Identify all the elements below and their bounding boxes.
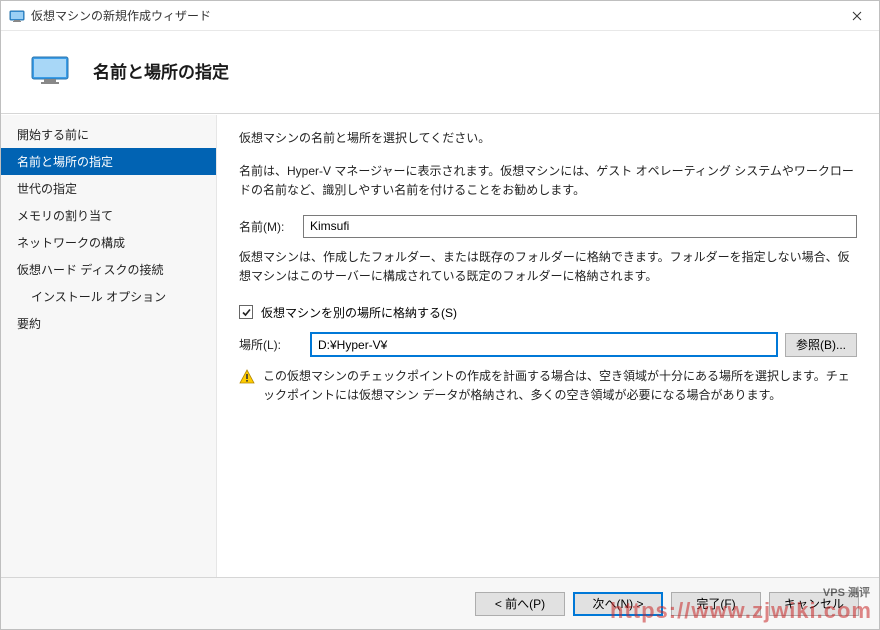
location-input[interactable] xyxy=(311,333,777,356)
vm-name-input[interactable] xyxy=(303,215,857,238)
next-button[interactable]: 次へ(N) > xyxy=(573,592,663,616)
main-panel: 仮想マシンの名前と場所を選択してください。 名前は、Hyper-V マネージャー… xyxy=(216,115,879,577)
sidebar-item-install-options[interactable]: インストール オプション xyxy=(1,283,216,310)
location-label: 場所(L): xyxy=(239,336,303,353)
checkmark-icon xyxy=(241,307,252,318)
warning-text: この仮想マシンのチェックポイントの作成を計画する場合は、空き領域が十分にある場所… xyxy=(263,367,857,404)
sidebar-item-network[interactable]: ネットワークの構成 xyxy=(1,229,216,256)
intro-text: 仮想マシンの名前と場所を選択してください。 xyxy=(239,129,857,148)
sidebar-item-summary[interactable]: 要約 xyxy=(1,310,216,337)
name-row: 名前(M): xyxy=(239,215,857,238)
store-help-text: 仮想マシンは、作成したフォルダー、または既存のフォルダーに格納できます。フォルダ… xyxy=(239,248,857,286)
app-icon xyxy=(9,8,25,24)
store-different-location-checkbox[interactable] xyxy=(239,305,253,319)
browse-button[interactable]: 参照(B)... xyxy=(785,333,857,357)
close-icon xyxy=(852,11,862,21)
wizard-window: 仮想マシンの新規作成ウィザード 名前と場所の指定 開始する前に 名前と場所の指定… xyxy=(0,0,880,630)
titlebar: 仮想マシンの新規作成ウィザード xyxy=(1,1,879,31)
wizard-footer: < 前へ(P) 次へ(N) > 完了(F) キャンセル xyxy=(1,577,879,629)
name-help-text: 名前は、Hyper-V マネージャーに表示されます。仮想マシンには、ゲスト オペ… xyxy=(239,162,857,200)
location-row: 場所(L): 参照(B)... xyxy=(239,333,857,357)
wizard-header: 名前と場所の指定 xyxy=(1,31,879,114)
store-different-location-row: 仮想マシンを別の場所に格納する(S) xyxy=(239,304,857,321)
warning-row: この仮想マシンのチェックポイントの作成を計画する場合は、空き領域が十分にある場所… xyxy=(239,367,857,404)
close-button[interactable] xyxy=(834,1,879,31)
sidebar-item-name-location[interactable]: 名前と場所の指定 xyxy=(1,148,216,175)
cancel-button[interactable]: キャンセル xyxy=(769,592,859,616)
header-monitor-icon xyxy=(29,49,71,91)
sidebar-item-before-begin[interactable]: 開始する前に xyxy=(1,121,216,148)
checkbox-label: 仮想マシンを別の場所に格納する(S) xyxy=(261,304,457,321)
name-label: 名前(M): xyxy=(239,218,303,235)
sidebar-item-generation[interactable]: 世代の指定 xyxy=(1,175,216,202)
window-title: 仮想マシンの新規作成ウィザード xyxy=(31,7,834,24)
warning-icon xyxy=(239,369,255,385)
back-button[interactable]: < 前へ(P) xyxy=(475,592,565,616)
sidebar: 開始する前に 名前と場所の指定 世代の指定 メモリの割り当て ネットワークの構成… xyxy=(1,115,216,577)
wizard-body: 開始する前に 名前と場所の指定 世代の指定 メモリの割り当て ネットワークの構成… xyxy=(1,114,879,577)
finish-button[interactable]: 完了(F) xyxy=(671,592,761,616)
sidebar-item-vhd[interactable]: 仮想ハード ディスクの接続 xyxy=(1,256,216,283)
page-title: 名前と場所の指定 xyxy=(93,58,229,83)
sidebar-item-memory[interactable]: メモリの割り当て xyxy=(1,202,216,229)
